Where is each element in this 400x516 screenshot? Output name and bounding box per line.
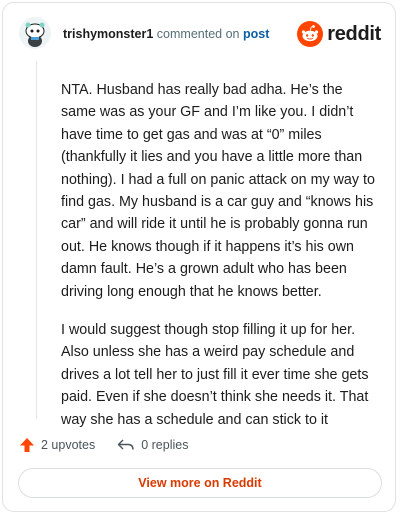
- user-avatar[interactable]: [19, 17, 51, 49]
- reply-count: 0 replies: [141, 438, 189, 452]
- comment-meta: trishymonster1 commented on post: [63, 27, 269, 41]
- username-link[interactable]: trishymonster1: [63, 27, 153, 41]
- thread-line: [36, 61, 37, 419]
- reply-arrow-icon: [118, 439, 134, 450]
- upvote-arrow-icon: [20, 438, 34, 452]
- upvote-button[interactable]: 2 upvotes: [19, 437, 95, 453]
- reddit-wordmark: reddit: [327, 22, 381, 45]
- reddit-logo[interactable]: reddit: [297, 19, 381, 49]
- comment-body: NTA. Husband has really bad adha. He’s t…: [61, 79, 381, 447]
- comment-paragraph: NTA. Husband has really bad adha. He’s t…: [61, 82, 375, 300]
- comment-actions: 2 upvotes 0 replies: [19, 433, 210, 457]
- upvote-count: 2 upvotes: [41, 438, 96, 452]
- reply-button[interactable]: 0 replies: [117, 438, 188, 452]
- commented-on-text: commented on: [156, 27, 240, 41]
- reddit-snoo-icon: [297, 21, 324, 47]
- comment-header: trishymonster1 commented on post reddit: [17, 15, 381, 55]
- post-link[interactable]: post: [243, 27, 269, 41]
- comment-embed-card: trishymonster1 commented on post reddit …: [2, 2, 396, 512]
- comment-paragraph: I would suggest though stop filling it u…: [61, 322, 369, 428]
- view-more-button[interactable]: View more on Reddit: [18, 468, 382, 498]
